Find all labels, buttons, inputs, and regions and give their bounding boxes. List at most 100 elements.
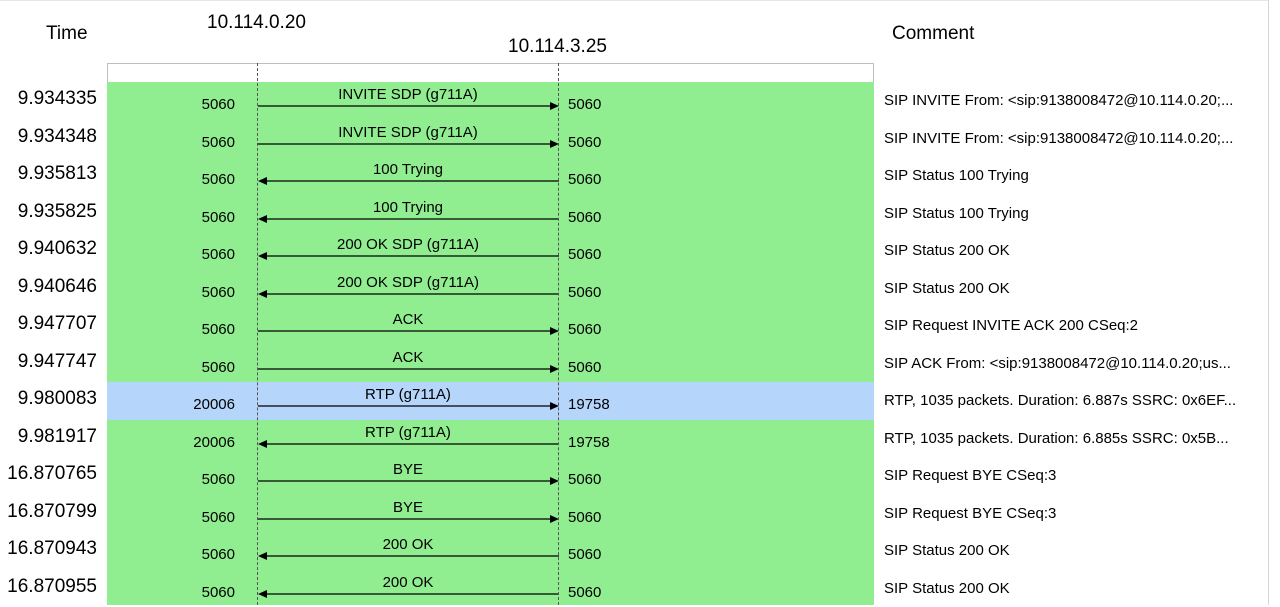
row-comment: SIP Status 100 Trying: [884, 167, 1254, 184]
source-port: 5060: [202, 209, 235, 226]
dest-port: 19758: [568, 396, 610, 413]
arrow-right-icon: [258, 515, 559, 523]
arrow-left-icon: [258, 177, 559, 185]
message-label: INVITE SDP (g711A): [258, 124, 558, 141]
time-column-header: Time: [46, 23, 88, 45]
row-time: 9.935813: [18, 163, 97, 185]
source-port: 20006: [193, 434, 235, 451]
row-comment: SIP Request INVITE ACK 200 CSeq:2: [884, 317, 1254, 334]
message-label: 200 OK SDP (g711A): [258, 236, 558, 253]
row-comment: SIP Status 200 OK: [884, 542, 1254, 559]
arrow-right-icon: [258, 477, 559, 485]
source-port: 5060: [202, 359, 235, 376]
arrow-right-icon: [258, 327, 559, 335]
flow-row[interactable]: 16.870943 5060 200 OK 5060 SIP Status 200 OK: [0, 532, 1268, 570]
arrow-left-icon: [258, 590, 559, 598]
row-comment: SIP Request BYE CSeq:3: [884, 467, 1254, 484]
dest-port: 5060: [568, 96, 601, 113]
source-port: 5060: [202, 246, 235, 263]
flow-row[interactable]: 9.98008320006RTP (g711A)19758RTP, 1035 p…: [0, 382, 1268, 420]
arrow-right-icon: [258, 102, 559, 110]
dest-port: 5060: [568, 284, 601, 301]
row-time: 9.947707: [18, 313, 97, 335]
row-comment: SIP Status 200 OK: [884, 280, 1254, 297]
row-comment: SIP Request BYE CSeq:3: [884, 505, 1254, 522]
message-label: 100 Trying: [258, 161, 558, 178]
source-port: 5060: [202, 96, 235, 113]
arrow-left-icon: [258, 440, 559, 448]
message-label: INVITE SDP (g711A): [258, 86, 558, 103]
row-comment: SIP INVITE From: <sip:9138008472@10.114.…: [884, 130, 1254, 147]
flow-row[interactable]: 16.870765 5060 BYE 5060 SIP Request BYE CSeq…: [0, 457, 1268, 495]
dest-port: 5060: [568, 246, 601, 263]
flow-row[interactable]: 9.935813 5060 100 Trying 5060 SIP Status 100…: [0, 157, 1268, 195]
dest-port: 5060: [568, 359, 601, 376]
message-label: 100 Trying: [258, 199, 558, 216]
source-port: 5060: [202, 584, 235, 601]
host-a-lifeline: [257, 63, 258, 605]
arrow-right-icon: [258, 365, 559, 373]
source-port: 5060: [202, 509, 235, 526]
row-time: 16.870765: [7, 463, 97, 485]
row-comment: SIP INVITE From: <sip:9138008472@10.114.…: [884, 92, 1254, 109]
source-port: 5060: [202, 171, 235, 188]
arrow-left-icon: [258, 290, 559, 298]
row-comment: SIP Status 200 OK: [884, 580, 1254, 597]
message-label: BYE: [258, 499, 558, 516]
dest-port: 5060: [568, 509, 601, 526]
row-time: 9.934335: [18, 88, 97, 110]
source-port: 5060: [202, 284, 235, 301]
host-b-header: 10.114.3.25: [508, 36, 607, 58]
host-a-header: 10.114.0.20: [207, 12, 306, 34]
row-time: 16.870799: [7, 501, 97, 523]
flow-row[interactable]: 9.934335 5060 INVITE SDP (g711A) 5060 SIP IN…: [0, 82, 1268, 120]
arrow-right-icon: [258, 402, 559, 410]
source-port: 5060: [202, 546, 235, 563]
message-label: BYE: [258, 461, 558, 478]
flow-row[interactable]: 9.934348 5060 INVITE SDP (g711A) 5060 SIP IN…: [0, 120, 1268, 158]
row-time: 9.980083: [18, 388, 97, 410]
row-time: 9.940646: [18, 276, 97, 298]
row-comment: SIP Status 200 OK: [884, 242, 1254, 259]
flow-row[interactable]: 9.947707 5060 ACK 5060 SIP Request INVITE AC…: [0, 307, 1268, 345]
source-port: 20006: [193, 396, 235, 413]
source-port: 5060: [202, 471, 235, 488]
dest-port: 5060: [568, 471, 601, 488]
dest-port: 5060: [568, 134, 601, 151]
source-port: 5060: [202, 321, 235, 338]
flow-row[interactable]: 9.947747 5060 ACK 5060 SIP ACK From: <sip:91…: [0, 345, 1268, 383]
message-label: ACK: [258, 311, 558, 328]
message-label: RTP (g711A): [258, 386, 558, 403]
row-comment: SIP Status 100 Trying: [884, 205, 1254, 222]
arrow-right-icon: [258, 140, 559, 148]
flow-row[interactable]: 9.98191720006RTP (g711A)19758RTP, 1035 p…: [0, 420, 1268, 458]
dest-port: 5060: [568, 546, 601, 563]
dest-port: 5060: [568, 209, 601, 226]
vertical-scrollbar[interactable]: [1268, 0, 1280, 605]
dest-port: 5060: [568, 584, 601, 601]
row-time: 9.947747: [18, 351, 97, 373]
message-label: ACK: [258, 349, 558, 366]
comment-column-header: Comment: [892, 23, 974, 45]
flow-row[interactable]: 16.8709555060200 OK5060SIP Status 200 OK: [0, 570, 1268, 607]
row-comment: SIP ACK From: <sip:9138008472@10.114.0.2…: [884, 355, 1254, 372]
message-label: 200 OK: [258, 536, 558, 553]
source-port: 5060: [202, 134, 235, 151]
arrow-left-icon: [258, 552, 559, 560]
message-label: 200 OK: [258, 574, 558, 591]
dest-port: 19758: [568, 434, 610, 451]
message-label: RTP (g711A): [258, 424, 558, 441]
row-time: 9.934348: [18, 126, 97, 148]
flow-row[interactable]: 9.9358255060100 Trying5060SIP Status 100…: [0, 195, 1268, 233]
host-b-lifeline: [558, 63, 559, 605]
message-label: 200 OK SDP (g711A): [258, 274, 558, 291]
flow-row[interactable]: 16.870799 5060 BYE 5060 SIP Request BYE CSeq…: [0, 495, 1268, 533]
dest-port: 5060: [568, 171, 601, 188]
flow-row[interactable]: 9.9406325060200 OK SDP (g711A)5060SIP St…: [0, 232, 1268, 270]
flow-row[interactable]: 9.940646 5060 200 OK SDP (g711A) 5060 SIP St…: [0, 270, 1268, 308]
row-time: 16.870943: [7, 538, 97, 560]
arrow-left-icon: [258, 215, 559, 223]
dest-port: 5060: [568, 321, 601, 338]
row-comment: RTP, 1035 packets. Duration: 6.885s SSRC…: [884, 430, 1254, 447]
graph-header-box: [107, 63, 874, 82]
